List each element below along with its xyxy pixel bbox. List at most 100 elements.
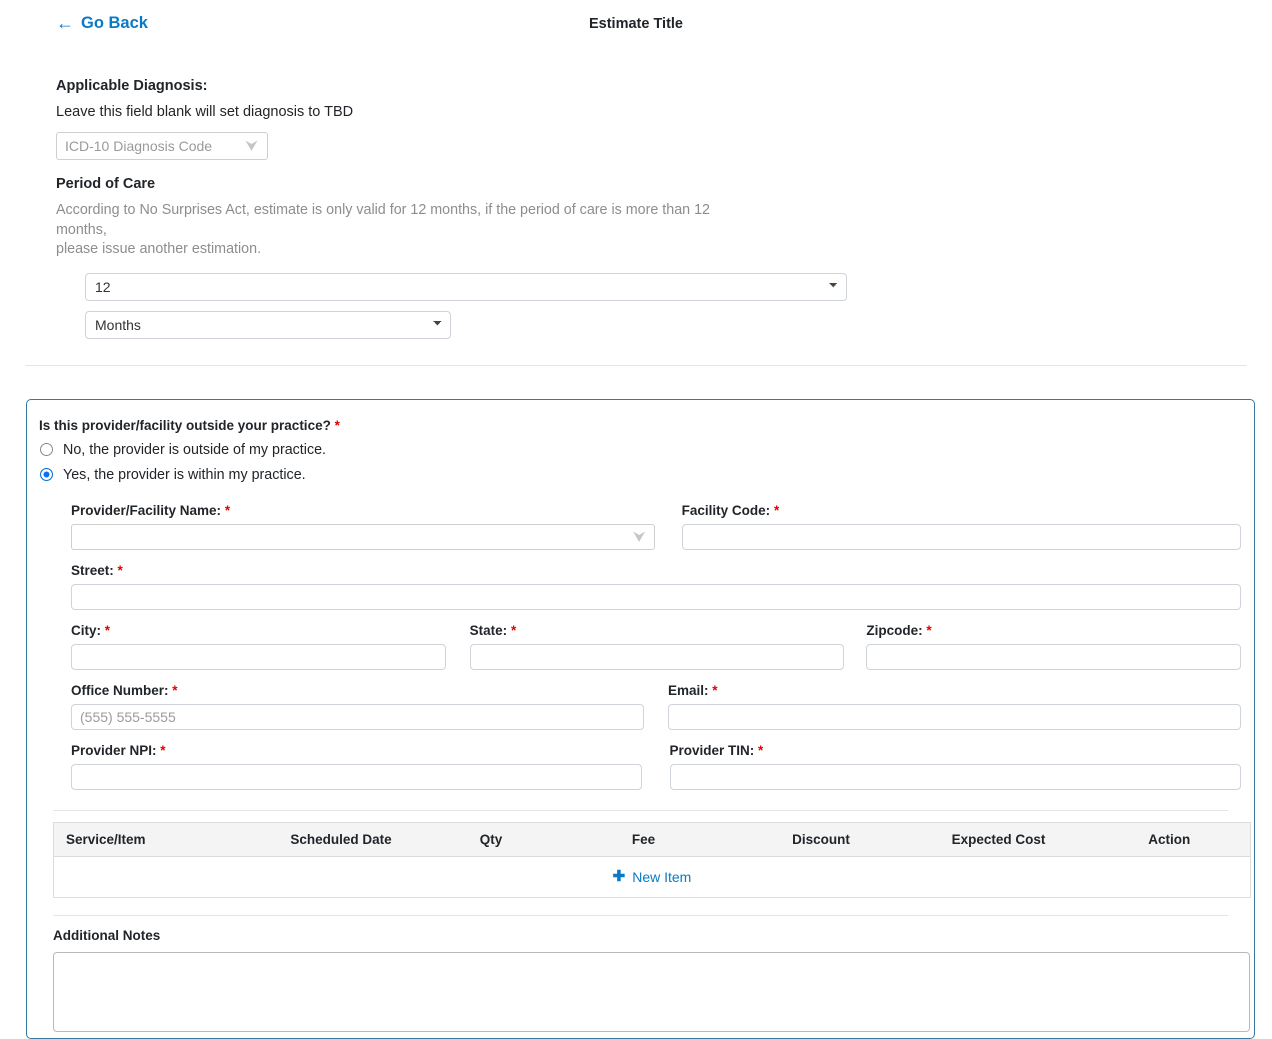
col-service-item: Service/Item <box>53 821 254 857</box>
provider-scope-question: Is this provider/facility outside your p… <box>27 418 1254 433</box>
required-asterisk: * <box>334 417 340 433</box>
provider-name-label: Provider/Facility Name: * <box>71 503 655 518</box>
col-discount: Discount <box>733 821 909 857</box>
field-facility-code: Facility Code: * <box>681 503 1241 550</box>
items-table-body: ✚ New Item <box>53 856 1251 898</box>
provider-name-select[interactable]: ⮟ <box>71 523 655 550</box>
provider-tin-label: Provider TIN: * <box>670 743 1242 758</box>
form-row-npi-tin: Provider NPI: * Provider TIN: * <box>71 743 1241 790</box>
required-asterisk: * <box>712 682 718 698</box>
required-asterisk: * <box>172 682 178 698</box>
radio-option-outside-practice[interactable]: No, the provider is outside of my practi… <box>27 442 1254 458</box>
new-item-label: New Item <box>632 868 692 885</box>
col-expected-cost: Expected Cost <box>908 821 1089 857</box>
zipcode-input[interactable] <box>866 643 1242 670</box>
state-label: State: * <box>470 623 845 638</box>
field-email: Email: * <box>668 683 1241 730</box>
required-asterisk: * <box>117 562 123 578</box>
helper-line-1: According to No Surprises Act, estimate … <box>56 202 710 218</box>
col-scheduled-date: Scheduled Date <box>253 821 429 857</box>
helper-line-3: please issue another estimation. <box>56 241 262 257</box>
office-number-label: Office Number: * <box>71 683 644 698</box>
additional-notes-label: Additional Notes <box>53 927 161 943</box>
period-of-care-heading: Period of Care <box>56 176 156 192</box>
applicable-diagnosis-heading: Applicable Diagnosis: <box>56 78 208 94</box>
provider-npi-input[interactable] <box>71 763 642 790</box>
items-table-header: Service/Item Scheduled Date Qty Fee Disc… <box>53 821 1251 857</box>
top-bar: ← Go Back Estimate Title <box>0 0 1272 50</box>
required-asterisk: * <box>104 622 111 638</box>
provider-tin-input[interactable] <box>669 763 1241 790</box>
required-asterisk: * <box>224 502 231 518</box>
provider-scope-question-text: Is this provider/facility outside your p… <box>39 417 331 433</box>
form-row-city-state-zip: City: * State: * Zipcode: * <box>71 623 1242 670</box>
city-input[interactable] <box>71 643 446 670</box>
items-table-header-row: Service/Item Scheduled Date Qty Fee Disc… <box>53 821 1251 857</box>
office-number-input[interactable] <box>71 703 644 730</box>
zipcode-label: Zipcode: * <box>866 623 1241 638</box>
items-table-section: Service/Item Scheduled Date Qty Fee Disc… <box>53 809 1251 898</box>
email-input[interactable] <box>668 703 1241 730</box>
page-title: Estimate Title <box>588 16 684 32</box>
city-label-text: City: <box>71 622 101 638</box>
provider-name-label-text: Provider/Facility Name: <box>71 502 222 518</box>
required-asterisk: * <box>510 622 517 638</box>
radio-within-practice-icon[interactable] <box>40 468 53 481</box>
col-action: Action <box>1088 821 1251 857</box>
field-provider-tin: Provider TIN: * <box>669 743 1242 790</box>
period-of-care-controls: 12 Months <box>56 260 1272 339</box>
required-asterisk: * <box>926 622 932 638</box>
col-qty: Qty <box>428 821 554 857</box>
state-label-text: State: <box>469 622 508 638</box>
provider-form: Provider/Facility Name: * ⮟ Facility Cod… <box>27 503 1254 790</box>
section-divider <box>25 364 1247 366</box>
col-fee: Fee <box>553 821 734 857</box>
required-asterisk: * <box>773 502 780 518</box>
provider-npi-label-text: Provider NPI: <box>71 742 157 758</box>
facility-code-label-text: Facility Code: <box>681 502 771 518</box>
icd10-placeholder-text: ICD-10 Diagnosis Code <box>65 138 213 154</box>
radio-option-within-practice[interactable]: Yes, the provider is within my practice. <box>27 467 1254 483</box>
plus-icon: ✚ <box>612 868 626 885</box>
provider-facility-panel: Is this provider/facility outside your p… <box>26 398 1255 1039</box>
city-label: City: * <box>71 623 446 638</box>
radio-outside-practice-label: No, the provider is outside of my practi… <box>63 441 327 458</box>
form-row-street: Street: * <box>71 563 1241 610</box>
diagnosis-helper-text: Leave this field blank will set diagnosi… <box>56 104 354 120</box>
facility-code-input[interactable] <box>681 523 1241 550</box>
street-label: Street: * <box>71 563 1241 578</box>
radio-within-practice-label: Yes, the provider is within my practice. <box>63 466 306 483</box>
period-unit-select[interactable]: Months <box>85 310 451 339</box>
street-label-text: Street: <box>71 562 114 578</box>
additional-notes-section: Additional Notes <box>53 914 1250 1037</box>
period-amount-select[interactable]: 12 <box>85 272 847 301</box>
form-row-office-email: Office Number: * Email: * <box>71 683 1241 730</box>
state-input[interactable] <box>469 643 845 670</box>
helper-line-2: months, <box>56 221 107 238</box>
period-of-care-helper-text: According to No Surprises Act, estimate … <box>56 201 816 260</box>
table-row: ✚ New Item <box>53 856 1251 898</box>
icd10-diagnosis-code-select[interactable]: ICD-10 Diagnosis Code ⮟ <box>56 132 268 160</box>
office-number-label-text: Office Number: <box>71 682 169 698</box>
chevron-down-icon: ⮟ <box>245 137 258 155</box>
required-asterisk: * <box>758 742 764 758</box>
provider-tin-label-text: Provider TIN: <box>669 742 755 758</box>
new-item-button[interactable]: ✚ New Item <box>613 869 692 885</box>
field-provider-npi: Provider NPI: * <box>71 743 642 790</box>
chevron-down-icon: ⮟ <box>632 528 646 545</box>
additional-notes-textarea[interactable] <box>53 951 1250 1032</box>
facility-code-label: Facility Code: * <box>682 503 1241 518</box>
street-input[interactable] <box>71 583 1241 610</box>
form-row-name-code: Provider/Facility Name: * ⮟ Facility Cod… <box>71 503 1241 550</box>
field-zipcode: Zipcode: * <box>866 623 1242 670</box>
email-label-text: Email: <box>668 682 709 698</box>
field-street: Street: * <box>71 563 1241 610</box>
provider-npi-label: Provider NPI: * <box>71 743 642 758</box>
field-provider-name: Provider/Facility Name: * ⮟ <box>71 503 655 550</box>
field-office-number: Office Number: * <box>71 683 644 730</box>
radio-outside-practice-icon[interactable] <box>40 443 53 456</box>
diagnosis-section: Applicable Diagnosis: Leave this field b… <box>0 78 1272 339</box>
new-item-cell: ✚ New Item <box>53 856 1251 898</box>
required-asterisk: * <box>160 742 166 758</box>
email-label: Email: * <box>668 683 1241 698</box>
